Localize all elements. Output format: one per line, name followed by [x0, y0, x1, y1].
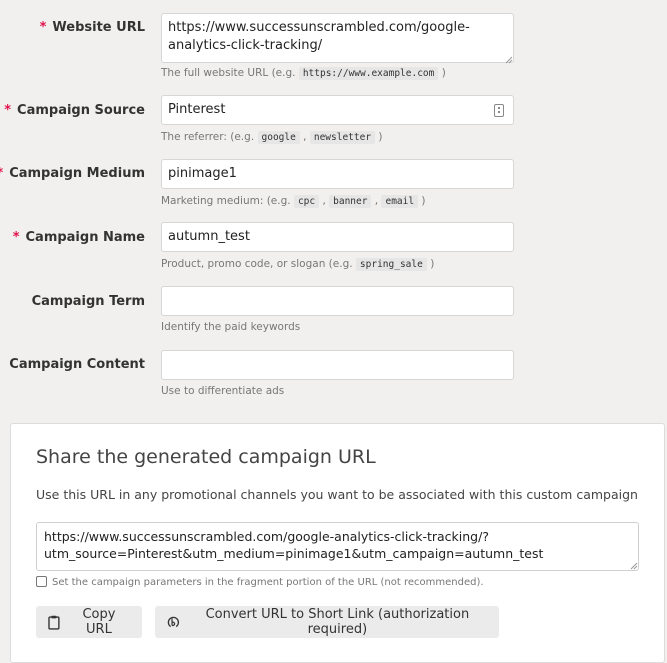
campaign-source-label: * Campaign Source — [4, 103, 145, 118]
share-panel-title: Share the generated campaign URL — [36, 446, 376, 468]
campaign-name-label: * Campaign Name — [12, 230, 145, 245]
fragment-checkbox-label: Set the campaign parameters in the fragm… — [52, 577, 484, 588]
copy-url-button[interactable]: Copy URL — [36, 606, 142, 638]
website-url-input[interactable]: https://www.successunscrambled.com/googl… — [161, 13, 514, 63]
fragment-checkbox[interactable] — [36, 576, 47, 587]
campaign-content-input[interactable] — [161, 350, 514, 380]
campaign-term-help: Identify the paid keywords — [161, 321, 301, 333]
website-url-help: The full website URL (e.g. https://www.e… — [161, 67, 446, 80]
required-marker: * — [39, 20, 47, 35]
bitly-icon — [167, 616, 180, 628]
resize-handle-icon[interactable] — [630, 562, 638, 570]
fragment-checkbox-row[interactable]: Set the campaign parameters in the fragm… — [36, 576, 484, 588]
campaign-source-input[interactable]: Pinterest — [161, 95, 514, 125]
address-book-icon[interactable] — [494, 104, 504, 117]
campaign-name-help: Product, promo code, or slogan (e.g. spr… — [161, 258, 435, 271]
generated-url-textarea[interactable]: https://www.successunscrambled.com/googl… — [36, 522, 639, 571]
convert-short-link-button[interactable]: Convert URL to Short Link (authorization… — [155, 606, 499, 638]
campaign-medium-label: *Campaign Medium — [0, 166, 145, 181]
resize-handle-icon[interactable] — [505, 56, 513, 64]
clipboard-icon — [48, 615, 60, 630]
campaign-content-help: Use to differentiate ads — [161, 385, 285, 397]
campaign-term-label: Campaign Term — [31, 294, 145, 309]
campaign-content-label: Campaign Content — [9, 357, 145, 372]
campaign-term-input[interactable] — [161, 286, 514, 316]
campaign-medium-input[interactable]: pinimage1 — [161, 159, 514, 189]
campaign-source-help: The referrer: (e.g. google , newsletter … — [161, 131, 383, 144]
website-url-label: * Website URL — [39, 20, 145, 35]
share-panel: Share the generated campaign URL Use thi… — [10, 423, 665, 663]
campaign-name-input[interactable]: autumn_test — [161, 222, 514, 252]
share-panel-description: Use this URL in any promotional channels… — [36, 487, 638, 502]
campaign-medium-help: Marketing medium: (e.g. cpc , banner , e… — [161, 195, 426, 208]
